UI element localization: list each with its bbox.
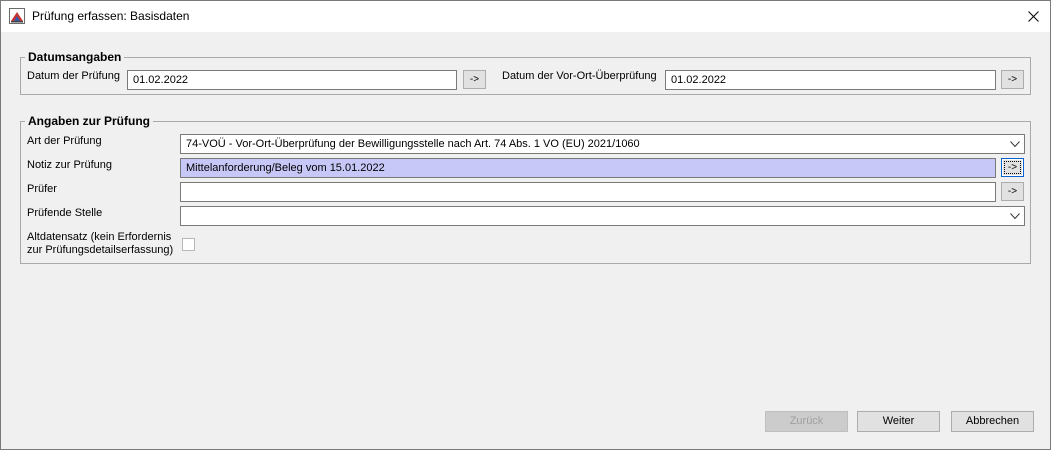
notiz-pruefung-button[interactable]: -> xyxy=(1001,158,1024,177)
datumsangaben-legend: Datumsangaben xyxy=(25,50,125,64)
notiz-pruefung-input[interactable]: Mittelanforderung/Beleg vom 15.01.2022 xyxy=(180,158,996,178)
altdatensatz-label-line1: Altdatensatz (kein Erfordernis xyxy=(27,231,172,243)
close-button[interactable] xyxy=(1016,1,1050,32)
dialog-window: Prüfung erfassen: Basisdaten Datumsangab… xyxy=(0,0,1051,450)
pruefende-stelle-select[interactable] xyxy=(180,206,1025,226)
altdatensatz-checkbox[interactable] xyxy=(182,238,195,251)
datum-vor-ort-input[interactable]: 01.02.2022 xyxy=(665,70,996,90)
app-icon xyxy=(9,8,25,24)
art-pruefung-label: Art der Prüfung xyxy=(27,135,102,147)
art-pruefung-value: 74-VOÜ - Vor-Ort-Überprüfung der Bewilli… xyxy=(186,138,640,150)
pruefer-label: Prüfer xyxy=(27,183,57,195)
weiter-button[interactable]: Weiter xyxy=(857,411,940,432)
altdatensatz-label-line2: zur Prüfungsdetailserfassung) xyxy=(27,244,174,256)
angaben-legend: Angaben zur Prüfung xyxy=(25,114,153,128)
pruefer-input[interactable] xyxy=(180,182,996,202)
datum-vor-ort-picker-button[interactable]: -> xyxy=(1001,70,1024,89)
datum-pruefung-input[interactable]: 01.02.2022 xyxy=(127,70,457,90)
datum-vor-ort-label: Datum der Vor-Ort-Überprüfung xyxy=(502,70,657,82)
pruefende-stelle-label: Prüfende Stelle xyxy=(27,207,103,219)
datum-pruefung-label: Datum der Prüfung xyxy=(27,70,120,82)
art-pruefung-select[interactable]: 74-VOÜ - Vor-Ort-Überprüfung der Bewilli… xyxy=(180,134,1025,154)
chevron-down-icon xyxy=(1010,141,1020,148)
altdatensatz-label: Altdatensatz (kein Erfordernis zur Prüfu… xyxy=(27,231,173,257)
abbrechen-button[interactable]: Abbrechen xyxy=(951,411,1034,432)
pruefer-button[interactable]: -> xyxy=(1001,182,1024,201)
window-title: Prüfung erfassen: Basisdaten xyxy=(32,9,190,23)
title-bar: Prüfung erfassen: Basisdaten xyxy=(1,1,1050,32)
zurueck-button[interactable]: Zurück xyxy=(765,411,848,432)
chevron-down-icon xyxy=(1010,213,1020,220)
notiz-pruefung-label: Notiz zur Prüfung xyxy=(27,159,112,171)
close-icon xyxy=(1027,11,1039,22)
datum-pruefung-picker-button[interactable]: -> xyxy=(463,70,486,89)
